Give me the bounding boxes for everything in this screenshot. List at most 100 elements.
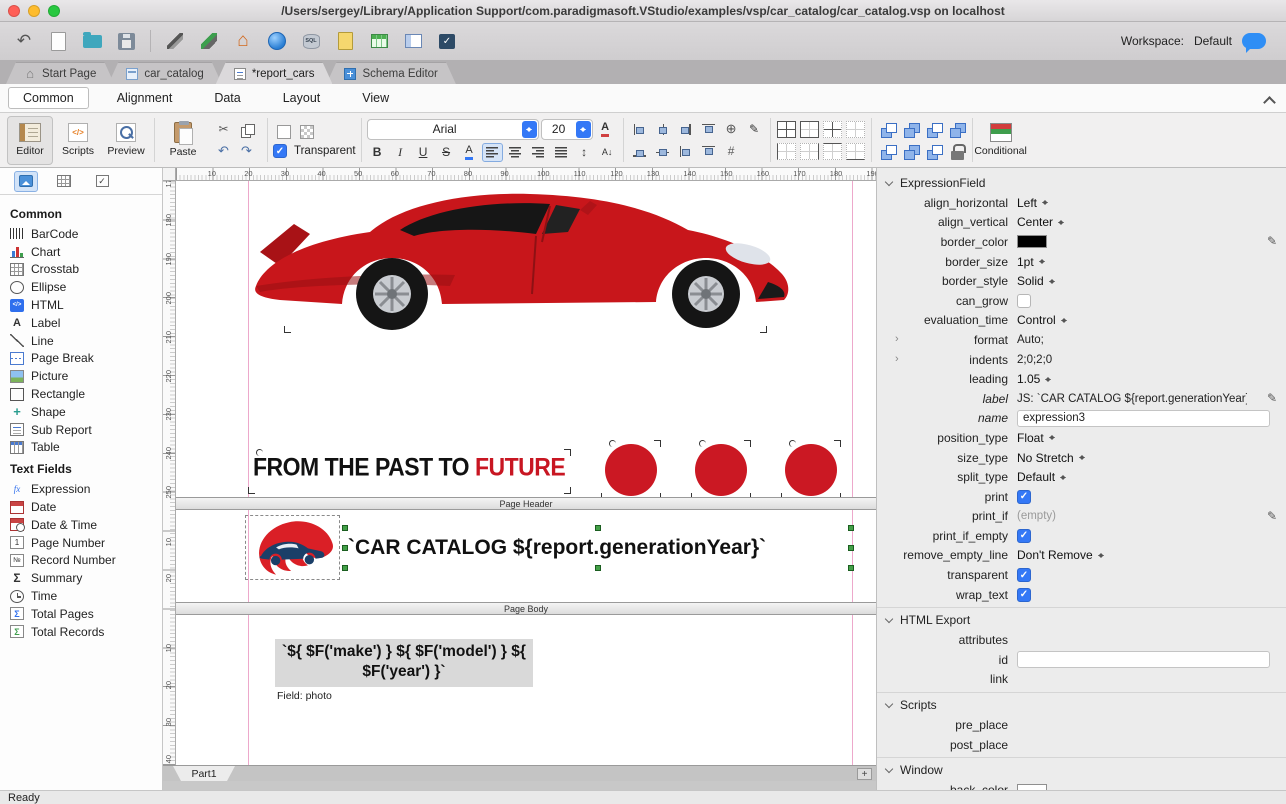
border-right-button[interactable] <box>800 143 819 160</box>
circle-element-2[interactable] <box>695 444 747 496</box>
distribute-horizontal-button[interactable] <box>675 142 696 161</box>
position-type-dropdown[interactable]: Float <box>1017 431 1056 445</box>
send-to-back-button[interactable] <box>900 120 921 139</box>
border-bottom-button[interactable] <box>846 143 865 160</box>
minimize-button[interactable] <box>28 5 40 17</box>
align-center-button[interactable] <box>505 143 526 162</box>
selection-handle[interactable] <box>342 565 348 571</box>
border-top-button[interactable] <box>823 143 842 160</box>
palette-item-time[interactable]: Time <box>10 587 162 605</box>
border-all-button[interactable] <box>777 121 796 138</box>
strikethrough-button[interactable] <box>436 143 457 162</box>
selection-handle[interactable] <box>848 545 854 551</box>
body-expression-element[interactable]: `${ $F('make') } ${ $F('model') } ${ $F(… <box>275 639 533 687</box>
send-backward-button[interactable] <box>946 120 967 139</box>
font-family-select[interactable]: Arial <box>367 119 539 140</box>
save-button[interactable] <box>112 27 140 55</box>
circle-element-3[interactable] <box>785 444 837 496</box>
palette-item-chart[interactable]: Chart <box>10 243 162 261</box>
selection-handle[interactable] <box>342 525 348 531</box>
palette-item-html[interactable]: HTML <box>10 296 162 314</box>
id-input[interactable] <box>1017 651 1270 668</box>
wrap-text-checkbox[interactable] <box>1017 588 1031 602</box>
palette-item-summary[interactable]: Summary <box>10 569 162 587</box>
align-objects-bottom-button[interactable] <box>629 142 650 161</box>
conditional-button[interactable]: Conditional <box>978 116 1024 165</box>
scripts-button[interactable]: Scripts <box>55 116 101 165</box>
fill-white-button[interactable] <box>273 122 294 141</box>
palette-item-page-break[interactable]: Page Break <box>10 350 162 368</box>
photo-field-element[interactable]: Field: photo <box>277 690 332 702</box>
open-folder-button[interactable] <box>78 27 106 55</box>
section-expressionfield[interactable]: ExpressionField <box>877 172 1286 193</box>
leading-dropdown[interactable]: 1.05 <box>1017 372 1052 386</box>
expander-icon[interactable]: › <box>895 353 899 365</box>
palette-item-total-records[interactable]: Total Records <box>10 623 162 641</box>
redo-small-button[interactable] <box>236 142 257 161</box>
ungroup-button[interactable] <box>900 142 921 161</box>
page-body-divider[interactable]: Page Body <box>176 602 876 615</box>
add-part-button[interactable]: + <box>857 768 872 780</box>
palette-tab-components[interactable] <box>14 171 38 192</box>
panel-button[interactable] <box>399 27 427 55</box>
new-file-button[interactable] <box>44 27 72 55</box>
italic-button[interactable] <box>390 143 411 162</box>
expander-icon[interactable]: › <box>895 333 899 345</box>
palette-tab-fields[interactable] <box>52 171 76 192</box>
palette-item-crosstab[interactable]: Crosstab <box>10 261 162 279</box>
border-color-swatch[interactable] <box>1017 235 1047 248</box>
doc-tab-car-catalog[interactable]: car_catalog <box>108 62 221 84</box>
bring-forward-button[interactable] <box>923 120 944 139</box>
border-inner-button[interactable] <box>823 121 842 138</box>
distribute-vertical-button[interactable] <box>698 142 719 161</box>
grid-snap-button[interactable] <box>721 142 742 161</box>
align-objects-right-button[interactable] <box>675 120 696 139</box>
transparent-checkbox[interactable] <box>1017 568 1031 582</box>
underline-button[interactable] <box>413 143 434 162</box>
palette-item-shape[interactable]: Shape <box>10 403 162 421</box>
border-left-button[interactable] <box>777 143 796 160</box>
cut-button[interactable] <box>213 120 234 139</box>
pen-button[interactable] <box>744 120 765 139</box>
border-outer-button[interactable] <box>800 121 819 138</box>
sql-note-button[interactable] <box>331 27 359 55</box>
doc-tab-report-cars[interactable]: *report_cars <box>216 62 333 84</box>
palette-item-expression[interactable]: Expression <box>10 480 162 498</box>
can-grow-checkbox[interactable] <box>1017 294 1031 308</box>
palette-tab-checks[interactable] <box>90 171 114 192</box>
line-spacing-button[interactable] <box>574 143 595 162</box>
size-type-dropdown[interactable]: No Stretch <box>1017 451 1086 465</box>
palette-item-label[interactable]: Label <box>10 314 162 332</box>
chat-bubble-icon[interactable] <box>1242 33 1266 49</box>
table-button[interactable] <box>365 27 393 55</box>
edit-pencil-icon[interactable]: ✎ <box>1267 509 1277 523</box>
sort-button[interactable] <box>597 143 618 162</box>
evaluation-time-dropdown[interactable]: Control <box>1017 313 1068 327</box>
palette-item-line[interactable]: Line <box>10 332 162 350</box>
palette-item-rectangle[interactable]: Rectangle <box>10 385 162 403</box>
print-if-empty-checkbox[interactable] <box>1017 529 1031 543</box>
border-size-dropdown[interactable]: 1pt <box>1017 255 1046 269</box>
tab-view[interactable]: View <box>348 88 403 108</box>
align-vertical-dropdown[interactable]: Center <box>1017 215 1065 229</box>
paste-button[interactable]: Paste <box>160 116 206 165</box>
color-picker-button[interactable] <box>161 27 189 55</box>
close-button[interactable] <box>8 5 20 17</box>
edit-pencil-icon[interactable]: ✎ <box>1267 391 1277 405</box>
section-html-export[interactable]: HTML Export <box>877 607 1286 630</box>
section-window[interactable]: Window <box>877 757 1286 780</box>
car-image[interactable] <box>250 181 790 333</box>
logo-image[interactable] <box>245 515 340 580</box>
editor-button[interactable]: Editor <box>7 116 53 165</box>
doc-tab-start-page[interactable]: Start Page <box>6 62 114 84</box>
transparent-pattern-button[interactable] <box>296 122 317 141</box>
palette-item-table[interactable]: Table <box>10 439 162 457</box>
header-expression-element[interactable]: `CAR CATALOG ${report.generationYear}` <box>348 528 853 568</box>
align-objects-left-button[interactable] <box>629 120 650 139</box>
align-objects-center-button[interactable] <box>652 120 673 139</box>
split-type-dropdown[interactable]: Default <box>1017 470 1067 484</box>
border-none-button[interactable] <box>846 121 865 138</box>
underline-color-button[interactable] <box>595 120 616 139</box>
page-header-divider[interactable]: Page Header <box>176 497 876 510</box>
align-objects-top-button[interactable] <box>698 120 719 139</box>
